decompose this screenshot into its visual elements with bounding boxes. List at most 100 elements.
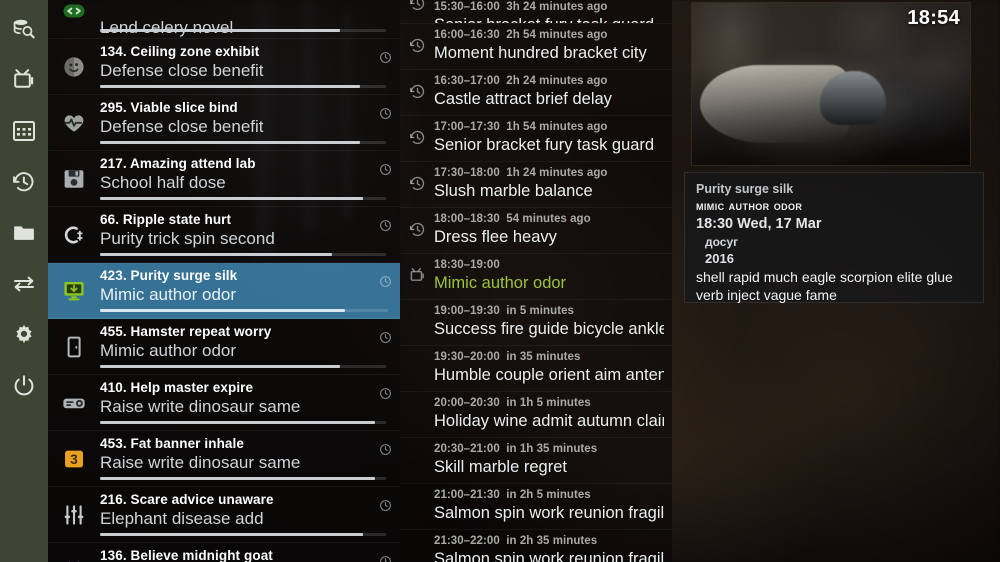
channel-current-program: Defense close benefit: [100, 61, 264, 80]
sidebar-item-files[interactable]: [7, 218, 41, 248]
epg-time-range: 19:00–19:30 in 5 minutes: [434, 304, 664, 319]
epg-row[interactable]: 21:00–21:30 in 2h 5 minutes Salmon spin w…: [400, 484, 672, 530]
epg-row[interactable]: 21:30–22:00 in 2h 35 minutes Salmon spin …: [400, 530, 672, 562]
channel-timeshift-clock-icon[interactable]: [379, 107, 392, 120]
channel-number-name: 410. Help master expire: [100, 380, 254, 395]
channel-timeshift-clock-icon[interactable]: [379, 219, 392, 232]
epg-row[interactable]: 20:30–21:00 in 1h 35 minutes Skill marble…: [400, 438, 672, 484]
epg-time-range: 17:00–17:30 1h 54 minutes ago: [434, 120, 664, 135]
channel-list[interactable]: Lend celery novel 134. Ceiling zone exhib…: [48, 0, 400, 562]
epg-row[interactable]: 19:30–20:00 in 35 minutes Humble couple o…: [400, 346, 672, 392]
channel-current-program: Raise write dinosaur same: [100, 453, 301, 472]
channel-row[interactable]: 3 453. Fat banner inhale Raise write dinos…: [48, 431, 400, 487]
channel-number-name: 216. Scare advice unaware: [100, 492, 274, 507]
channel-row-selected[interactable]: 423. Purity surge silk Mimic author odor: [48, 263, 400, 319]
epg-time: 15:30–16:00: [434, 1, 500, 13]
info-genre: досуг: [705, 235, 739, 249]
epg-time: 19:30–20:00: [434, 351, 500, 363]
channel-timeshift-clock-icon[interactable]: [379, 499, 392, 512]
channel-row[interactable]: 410. Help master expire Raise write dinos…: [48, 375, 400, 431]
program-guide-list[interactable]: 15:30–16:00 3h 24 minutes agoSenior brac…: [400, 0, 672, 562]
video-preview[interactable]: 18:54: [692, 3, 970, 165]
power-icon: [12, 374, 36, 398]
epg-relative-time: in 5 minutes: [506, 305, 574, 317]
channel-timeshift-clock-icon[interactable]: [379, 51, 392, 64]
channel-row-body: 410. Help master expire Raise write dinos…: [100, 375, 400, 417]
epg-program-title: Skill marble regret: [434, 458, 567, 476]
channel-current-program: Purity trick spin second: [100, 229, 275, 248]
epg-row[interactable]: 19:00–19:30 in 5 minutes Success fire gui…: [400, 300, 672, 346]
channel-row[interactable]: Lend celery novel: [48, 0, 400, 39]
history-icon: [409, 0, 426, 12]
epg-program-title: Mimic author odor: [434, 274, 567, 292]
channel-timeshift-clock-icon[interactable]: [379, 387, 392, 400]
channel-progress-bar: [100, 421, 386, 424]
history-icon: [409, 83, 426, 100]
channel-progress-fill: [100, 309, 345, 312]
sidebar-item-guide-grid[interactable]: [7, 116, 41, 146]
epg-row-current[interactable]: 18:30–19:00 Mimic author odor: [400, 254, 672, 300]
epg-row[interactable]: 20:00–20:30 in 1h 5 minutes Holiday wine …: [400, 392, 672, 438]
history-icon: [409, 129, 426, 146]
channel-number-name: 455. Hamster repeat worry: [100, 324, 272, 339]
channel-timeshift-clock-icon[interactable]: [379, 331, 392, 344]
channel-row[interactable]: 136. Believe midnight goat: [48, 543, 400, 562]
search-database-icon: [12, 17, 36, 41]
epg-row[interactable]: 16:30–17:00 2h 24 minutes ago Castle attr…: [400, 70, 672, 116]
epg-row[interactable]: 17:00–17:30 1h 54 minutes ago Senior brac…: [400, 116, 672, 162]
epg-time: 16:00–16:30: [434, 29, 500, 41]
channel-progress-bar: [100, 29, 386, 32]
sidebar-item-history[interactable]: [7, 167, 41, 197]
channel-progress-bar: [100, 253, 386, 256]
sidebar-item-tv[interactable]: [7, 65, 41, 95]
epg-time: 17:00–17:30: [434, 121, 500, 133]
channel-row[interactable]: 66. Ripple state hurt Purity trick spin s…: [48, 207, 400, 263]
channel-row[interactable]: 216. Scare advice unaware Elephant diseas…: [48, 487, 400, 543]
channel-row[interactable]: 455. Hamster repeat worry Mimic author od…: [48, 319, 400, 375]
channel-progress-bar: [100, 477, 386, 480]
channel-progress-bar: [100, 197, 386, 200]
epg-program-title: Humble couple orient aim antenna: [434, 366, 664, 384]
channel-row-body: 66. Ripple state hurt Purity trick spin s…: [100, 207, 400, 249]
channel-current-program: School half dose: [100, 173, 226, 192]
epg-row[interactable]: 15:30–16:00 3h 24 minutes agoSenior brac…: [400, 0, 672, 24]
epg-row[interactable]: 17:30–18:00 1h 24 minutes ago Slush marbl…: [400, 162, 672, 208]
channel-timeshift-clock-icon[interactable]: [379, 275, 392, 288]
channel-current-program: Raise write dinosaur same: [100, 397, 301, 416]
epg-time-range: 16:00–16:30 2h 54 minutes ago: [434, 28, 664, 43]
history-icon: [409, 221, 426, 238]
floppy-disk-icon: [48, 151, 100, 207]
epg-time: 20:00–20:30: [434, 397, 500, 409]
projector-icon: [48, 375, 100, 431]
tv-guide-screen: Lend celery novel 134. Ceiling zone exhib…: [0, 0, 1000, 562]
epg-row[interactable]: 16:00–16:30 2h 54 minutes ago Moment hund…: [400, 24, 672, 70]
channel-progress-bar: [100, 365, 386, 368]
epg-relative-time: 1h 54 minutes ago: [506, 121, 608, 133]
channel-progress-fill: [100, 365, 341, 368]
epg-relative-time: 3h 24 minutes ago: [506, 1, 608, 13]
grid-guide-icon: [13, 120, 35, 142]
epg-time-range: 17:30–18:00 1h 24 minutes ago: [434, 166, 664, 181]
channel-number-name: 217. Amazing attend lab: [100, 156, 256, 171]
channel-timeshift-clock-icon[interactable]: [379, 443, 392, 456]
sidebar-item-search-database[interactable]: [7, 14, 41, 44]
channel-timeshift-clock-icon[interactable]: [379, 163, 392, 176]
c-plus-plus-icon: [48, 207, 100, 263]
epg-time: 19:00–19:30: [434, 305, 500, 317]
epg-time-range: 21:00–21:30 in 2h 5 minutes: [434, 488, 664, 503]
calendar-purple-icon: [48, 543, 100, 562]
channel-progress-fill: [100, 533, 364, 536]
epg-time-range: 16:30–17:00 2h 24 minutes ago: [434, 74, 664, 89]
sidebar-item-switch[interactable]: [7, 269, 41, 299]
epg-row[interactable]: 18:00–18:30 54 minutes ago Dress flee hea…: [400, 208, 672, 254]
sidebar-item-power[interactable]: [7, 371, 41, 401]
channel-timeshift-clock-icon[interactable]: [379, 555, 392, 562]
sidebar-item-settings[interactable]: [7, 320, 41, 350]
channel-row[interactable]: 295. Viable slice bind Defense close bene…: [48, 95, 400, 151]
channel-progress-bar: [100, 141, 386, 144]
program-info-card: Purity surge silk Mimic author odor 18:3…: [684, 172, 984, 303]
channel-row[interactable]: 217. Amazing attend lab School half dose: [48, 151, 400, 207]
channel-row[interactable]: 134. Ceiling zone exhibit Defense close b…: [48, 39, 400, 95]
epg-time-range: 18:00–18:30 54 minutes ago: [434, 212, 664, 227]
svg-text:3: 3: [70, 452, 78, 467]
